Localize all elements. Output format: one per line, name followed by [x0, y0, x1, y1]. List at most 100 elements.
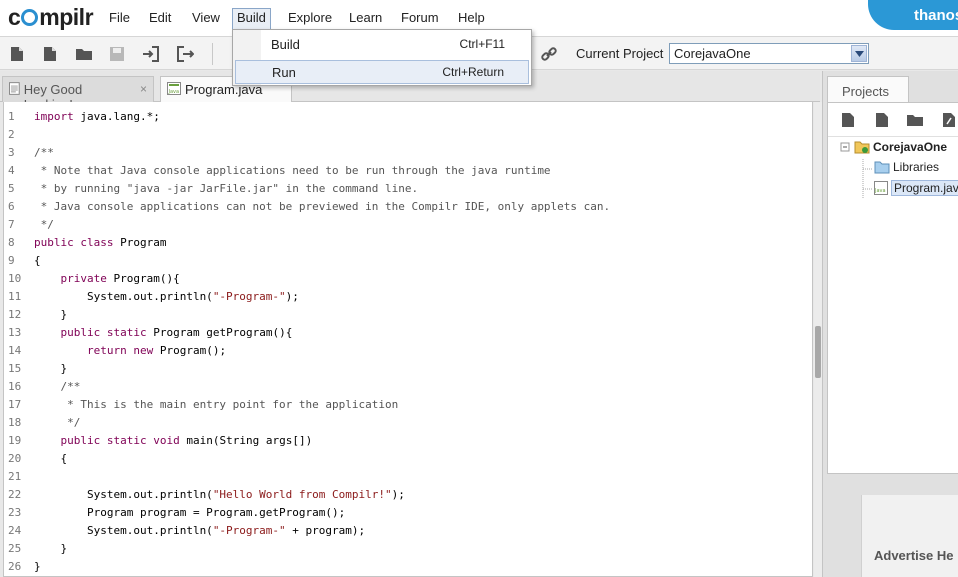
code-line[interactable]: 6 * Java console applications can not be… — [4, 198, 812, 216]
menu-learn[interactable]: Learn — [345, 8, 386, 30]
code-line[interactable]: 23 Program program = Program.getProgram(… — [4, 504, 812, 522]
code-text[interactable]: public static Program getProgram(){ — [34, 324, 293, 342]
menu-view[interactable]: View — [188, 8, 224, 30]
menu-item-shortcut: Ctrl+F11 — [459, 37, 505, 51]
user-name[interactable]: thanos — [914, 7, 958, 24]
import-icon[interactable] — [140, 43, 162, 65]
code-line[interactable]: 7 */ — [4, 216, 812, 234]
tree-item-libraries[interactable]: Libraries — [874, 160, 939, 174]
code-text[interactable]: private Program(){ — [34, 270, 180, 288]
build-menu-dropdown: Build Ctrl+F11 Run Ctrl+Return — [232, 29, 532, 86]
open-folder-icon[interactable] — [73, 43, 95, 65]
code-text[interactable]: /** — [34, 144, 54, 162]
code-text[interactable]: * This is the main entry point for the a… — [34, 396, 398, 414]
code-line[interactable]: 18 */ — [4, 414, 812, 432]
code-line[interactable]: 2 — [4, 126, 812, 144]
code-line[interactable]: 22 System.out.println("Hello World from … — [4, 486, 812, 504]
code-line[interactable]: 8 public class Program — [4, 234, 812, 252]
code-text[interactable]: System.out.println("-Program-"); — [34, 288, 299, 306]
line-number: 16 — [8, 380, 22, 393]
new-document-icon[interactable] — [39, 43, 61, 65]
export-icon[interactable] — [174, 43, 196, 65]
tree-root-project[interactable]: CorejavaOne — [854, 140, 947, 154]
code-text[interactable]: { — [34, 450, 67, 468]
line-number: 4 — [8, 164, 15, 177]
compilr-logo[interactable]: c mpilr — [8, 4, 94, 31]
tree-root-label: CorejavaOne — [873, 140, 948, 154]
tree-item-program-java[interactable]: Java Program.java — [874, 180, 958, 196]
code-text[interactable]: Program program = Program.getProgram(); — [34, 504, 345, 522]
code-line[interactable]: 14 return new Program(); — [4, 342, 812, 360]
menu-item-build[interactable]: Build Ctrl+F11 — [235, 33, 529, 57]
code-line[interactable]: 21 — [4, 468, 812, 486]
code-text[interactable]: /** — [34, 378, 80, 396]
code-text[interactable]: public class Program — [34, 234, 166, 252]
svg-text:Java: Java — [168, 89, 180, 95]
tree-item-label: Libraries — [893, 160, 940, 174]
new-file-icon[interactable] — [6, 43, 28, 65]
line-number: 25 — [8, 542, 22, 555]
code-line[interactable]: 19 public static void main(String args[]… — [4, 432, 812, 450]
code-text[interactable]: public static void main(String args[]) — [34, 432, 313, 450]
code-text[interactable]: * by running "java -jar JarFile.jar" in … — [34, 180, 419, 198]
line-number: 22 — [8, 488, 22, 501]
advertisement-box[interactable]: Advertise He — [861, 495, 958, 577]
code-line[interactable]: 1 import java.lang.*; — [4, 108, 812, 126]
code-text[interactable]: return new Program(); — [34, 342, 226, 360]
code-text[interactable]: System.out.println("Hello World from Com… — [34, 486, 405, 504]
code-line[interactable]: 5 * by running "java -jar JarFile.jar" i… — [4, 180, 812, 198]
code-text[interactable]: System.out.println("-Program-" + program… — [34, 522, 365, 540]
code-text[interactable]: } — [34, 540, 67, 558]
link-icon[interactable] — [538, 43, 560, 65]
code-line[interactable]: 25 } — [4, 540, 812, 558]
line-number: 5 — [8, 182, 15, 195]
code-line[interactable]: 12 } — [4, 306, 812, 324]
code-line[interactable]: 9{ — [4, 252, 812, 270]
menu-help[interactable]: Help — [454, 8, 489, 30]
save-icon[interactable] — [106, 43, 128, 65]
menu-file[interactable]: File — [105, 8, 134, 30]
menu-explore[interactable]: Explore — [284, 8, 336, 30]
code-line[interactable]: 13 public static Program getProgram(){ — [4, 324, 812, 342]
scrollbar-thumb[interactable] — [815, 326, 821, 378]
projects-panel: Projects CorejavaOne Libraries Java Prog… — [822, 71, 958, 577]
current-project-select[interactable]: CorejavaOne — [669, 43, 869, 64]
menu-forum[interactable]: Forum — [397, 8, 443, 30]
tab-hey-good-looking[interactable]: Hey Good Looking! × — [2, 76, 154, 112]
code-line[interactable]: 10 private Program(){ — [4, 270, 812, 288]
advertise-text: Advertise He — [874, 548, 954, 563]
code-line[interactable]: 26} — [4, 558, 812, 576]
code-line[interactable]: 15 } — [4, 360, 812, 378]
close-icon[interactable]: × — [140, 82, 147, 96]
tab-projects[interactable]: Projects — [827, 76, 909, 102]
code-text[interactable]: */ — [34, 216, 54, 234]
menu-build[interactable]: Build — [232, 8, 271, 30]
logo-ring-icon — [21, 9, 39, 26]
code-line[interactable]: 20 { — [4, 450, 812, 468]
code-line[interactable]: 4 * Note that Java console applications … — [4, 162, 812, 180]
code-text[interactable]: * Note that Java console applications ne… — [34, 162, 551, 180]
code-text[interactable]: */ — [34, 414, 80, 432]
chevron-down-icon[interactable] — [851, 45, 867, 62]
menu-item-shortcut: Ctrl+Return — [442, 65, 504, 79]
current-project-value: CorejavaOne — [674, 46, 751, 61]
code-text[interactable]: import java.lang.*; — [34, 108, 160, 126]
menu-item-run[interactable]: Run Ctrl+Return — [235, 60, 529, 84]
code-text[interactable]: { — [34, 252, 41, 270]
code-line[interactable]: 11 System.out.println("-Program-"); — [4, 288, 812, 306]
code-editor[interactable]: 1 import java.lang.*; 2 3/** 4 * Note that J… — [3, 102, 813, 577]
code-text[interactable]: * Java console applications can not be p… — [34, 198, 611, 216]
code-text[interactable]: } — [34, 558, 41, 576]
line-number: 1 — [8, 110, 15, 123]
code-line[interactable]: 17 * This is the main entry point for th… — [4, 396, 812, 414]
code-line[interactable]: 16 /** — [4, 378, 812, 396]
editor-scrollbar[interactable] — [814, 102, 822, 577]
code-text[interactable]: } — [34, 306, 67, 324]
line-number: 18 — [8, 416, 22, 429]
code-text[interactable]: } — [34, 360, 67, 378]
java-file-icon: Java — [167, 82, 181, 95]
menu-edit[interactable]: Edit — [145, 8, 175, 30]
code-line[interactable]: 3 /** — [4, 144, 812, 162]
line-number: 20 — [8, 452, 22, 465]
code-line[interactable]: 24 System.out.println("-Program-" + prog… — [4, 522, 812, 540]
